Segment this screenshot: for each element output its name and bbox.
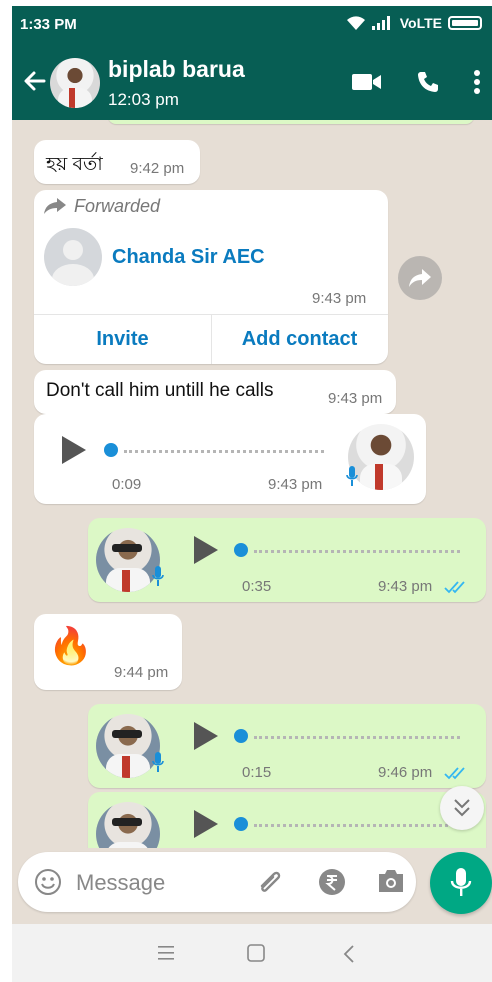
play-button[interactable] xyxy=(194,810,218,838)
share-arrow-icon xyxy=(409,269,431,287)
seek-handle[interactable] xyxy=(234,729,248,743)
sender-avatar xyxy=(96,528,160,592)
message-time: 9:46 pm xyxy=(378,764,433,781)
message-bubble-incoming[interactable]: হয় বৰ্তা 9:42 pm xyxy=(34,140,200,184)
microphone-icon xyxy=(152,752,164,772)
voice-duration: 0:09 xyxy=(112,476,142,493)
contact-name[interactable]: biplab barua xyxy=(108,56,245,83)
home-icon[interactable] xyxy=(246,944,266,962)
microphone-icon xyxy=(450,868,472,896)
play-button[interactable] xyxy=(194,536,218,564)
status-time: 1:33 PM xyxy=(20,16,77,33)
audio-progress-track[interactable] xyxy=(254,824,460,827)
network-label: VoLTE xyxy=(399,15,442,31)
chat-header: biplab barua 12:03 pm xyxy=(12,44,492,120)
back-arrow-icon[interactable] xyxy=(20,66,50,96)
seek-handle[interactable] xyxy=(104,443,118,457)
status-bar: 1:33 PM VoLTE xyxy=(12,6,492,44)
message-bubble-incoming[interactable]: Don't call him untill he calls 9:43 pm xyxy=(34,370,396,414)
message-input[interactable]: Message xyxy=(76,870,165,896)
seek-handle[interactable] xyxy=(234,817,248,831)
chat-area[interactable]: হয় বৰ্তা 9:42 pm Forwarded Chanda Sir A… xyxy=(12,120,492,848)
forwarded-label: Forwarded xyxy=(74,196,161,216)
emoji-icon[interactable] xyxy=(34,868,62,896)
message-text: Don't call him untill he calls xyxy=(46,380,274,401)
voice-message-outgoing[interactable] xyxy=(88,792,486,848)
play-button[interactable] xyxy=(62,436,86,464)
voice-call-icon[interactable] xyxy=(416,70,440,94)
voice-message-incoming[interactable]: 0:09 9:43 pm xyxy=(34,414,426,504)
android-nav-bar xyxy=(12,924,492,982)
invite-button[interactable]: Invite xyxy=(34,328,211,351)
message-time: 9:43 pm xyxy=(268,476,323,493)
contact-avatar[interactable] xyxy=(50,58,100,108)
voice-message-outgoing[interactable]: 0:15 9:46 pm xyxy=(88,704,486,788)
message-time: 9:42 pm xyxy=(130,160,185,177)
voice-duration: 0:35 xyxy=(242,578,272,595)
message-time: 9:43 pm xyxy=(378,578,433,595)
add-contact-button[interactable]: Add contact xyxy=(211,328,388,351)
previous-message-bubble xyxy=(108,120,474,124)
microphone-icon xyxy=(346,466,358,486)
rupee-payment-icon[interactable] xyxy=(318,868,346,896)
camera-icon[interactable] xyxy=(376,868,406,894)
scroll-to-bottom-button[interactable] xyxy=(440,786,484,830)
audio-progress-track[interactable] xyxy=(254,736,460,739)
audio-progress-track[interactable] xyxy=(124,450,324,453)
audio-progress-track[interactable] xyxy=(254,550,460,553)
seek-handle[interactable] xyxy=(234,543,248,557)
wifi-icon xyxy=(346,16,365,30)
forward-message-button[interactable] xyxy=(398,256,442,300)
fire-emoji: 🔥 xyxy=(48,625,93,666)
emoji-message-incoming[interactable]: 🔥 9:44 pm xyxy=(34,614,182,690)
back-nav-icon[interactable] xyxy=(342,944,356,964)
battery-icon xyxy=(448,16,482,30)
read-receipt-icon xyxy=(444,581,465,594)
message-text: হয় বৰ্তা xyxy=(46,154,103,175)
sender-avatar xyxy=(96,802,160,848)
voice-message-outgoing[interactable]: 0:35 9:43 pm xyxy=(88,518,486,602)
video-call-icon[interactable] xyxy=(352,72,382,92)
signal-icon xyxy=(371,16,390,30)
contact-card-name[interactable]: Chanda Sir AEC xyxy=(112,246,265,269)
whatsapp-screen: 1:33 PM VoLTE biplab barua 12:03 pm হয় … xyxy=(12,6,492,982)
last-seen: 12:03 pm xyxy=(108,90,179,109)
read-receipt-icon xyxy=(444,767,465,780)
microphone-icon xyxy=(152,566,164,586)
message-composer[interactable]: Message xyxy=(18,852,416,912)
message-time: 9:43 pm xyxy=(312,290,367,307)
menu-icon[interactable] xyxy=(156,945,176,961)
message-time: 9:44 pm xyxy=(114,664,169,681)
forward-arrow-icon xyxy=(44,198,66,214)
more-options-icon[interactable] xyxy=(474,70,480,94)
chevron-double-down-icon xyxy=(454,799,470,817)
message-time: 9:43 pm xyxy=(328,390,383,407)
play-button[interactable] xyxy=(194,722,218,750)
record-voice-button[interactable] xyxy=(430,852,492,914)
contact-placeholder-avatar xyxy=(44,228,102,286)
attachment-icon[interactable] xyxy=(256,868,286,896)
contact-card-message[interactable]: Forwarded Chanda Sir AEC 9:43 pm Invite … xyxy=(34,190,388,364)
voice-duration: 0:15 xyxy=(242,764,272,781)
sender-avatar xyxy=(96,714,160,778)
